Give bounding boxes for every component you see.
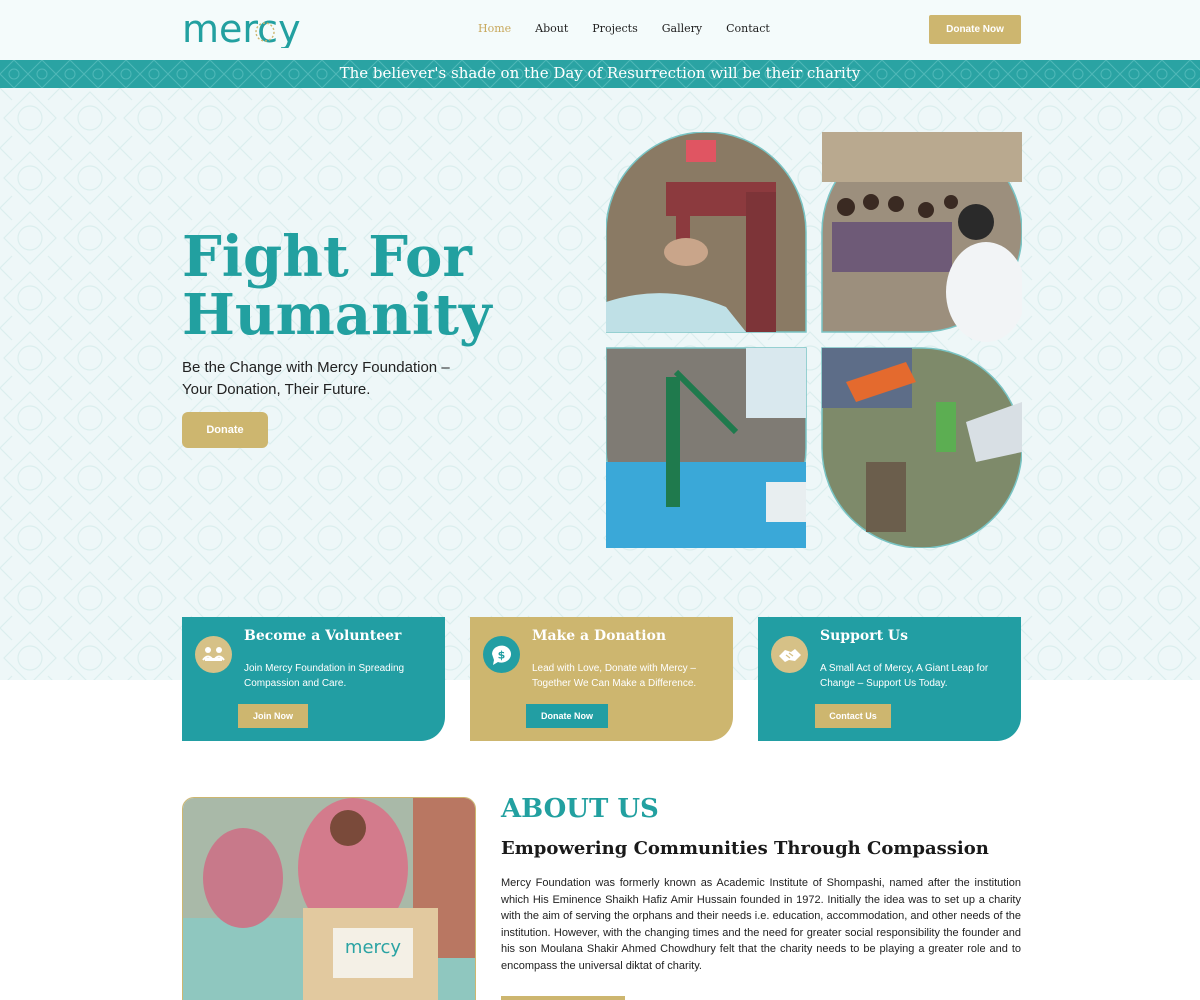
hero-section: Fight For Humanity Be the Change with Me… — [0, 88, 1200, 680]
photo-green-pump — [606, 347, 807, 548]
photo-hand-pump — [606, 132, 807, 333]
volunteer-card-title: Become a Volunteer — [244, 628, 402, 644]
hero-title-line2: Humanity — [182, 282, 492, 348]
box-logo-text: mercy — [345, 937, 402, 958]
about-heading: ABOUT US — [501, 794, 659, 824]
about-subheading: Empowering Communities Through Compassio… — [501, 838, 989, 859]
contact-us-button[interactable]: Contact Us — [815, 704, 891, 728]
nav-home[interactable]: Home — [478, 22, 511, 35]
donation-card-text: Lead with Love, Donate with Mercy – Toge… — [532, 663, 697, 689]
quote-banner: The believer's shade on the Day of Resur… — [0, 60, 1200, 88]
hero-photo-collage — [606, 132, 1022, 548]
site-header: mercy Home About Projects Gallery Contac… — [0, 0, 1200, 60]
support-card-title: Support Us — [820, 628, 909, 644]
hero-donate-button[interactable]: Donate — [182, 412, 268, 448]
card-donate-now-button[interactable]: Donate Now — [526, 704, 608, 728]
nav-contact[interactable]: Contact — [726, 22, 770, 35]
logo-wordmark: mercy — [182, 8, 301, 48]
hero-title-line1: Fight For — [182, 224, 472, 290]
support-card-text: A Small Act of Mercy, A Giant Leap for C… — [820, 663, 989, 689]
mercy-logo[interactable]: mercy — [182, 8, 302, 48]
nav-about[interactable]: About — [535, 22, 568, 35]
about-button-edge[interactable] — [501, 996, 625, 1000]
photo-children-gathering — [821, 132, 1022, 342]
hero-subtitle: Be the Change with Mercy Foundation – Yo… — [182, 359, 450, 398]
about-body: Mercy Foundation was formerly known as A… — [501, 877, 1021, 972]
donation-card: $ Make a Donation Lead with Love, Donate… — [470, 617, 733, 741]
join-now-button[interactable]: Join Now — [238, 704, 308, 728]
support-card: Support Us A Small Act of Mercy, A Giant… — [758, 617, 1021, 741]
svg-text:$: $ — [498, 649, 506, 662]
dollar-chat-icon: $ — [483, 636, 520, 673]
volunteer-card-text: Join Mercy Foundation in Spreading Compa… — [244, 663, 405, 689]
banner-quote: The believer's shade on the Day of Resur… — [339, 64, 861, 82]
main-nav: Home About Projects Gallery Contact — [478, 22, 794, 35]
donate-now-button[interactable]: Donate Now — [929, 15, 1021, 44]
handshake-icon — [771, 636, 808, 673]
volunteer-card: Become a Volunteer Join Mercy Foundation… — [182, 617, 445, 741]
nav-gallery[interactable]: Gallery — [662, 22, 702, 35]
donation-card-title: Make a Donation — [532, 628, 667, 644]
about-photo: mercy — [182, 797, 476, 1000]
nav-projects[interactable]: Projects — [592, 22, 637, 35]
hero-title: Fight For Humanity — [182, 228, 492, 344]
volunteer-people-icon — [195, 636, 232, 673]
photo-water-splash — [821, 347, 1022, 548]
